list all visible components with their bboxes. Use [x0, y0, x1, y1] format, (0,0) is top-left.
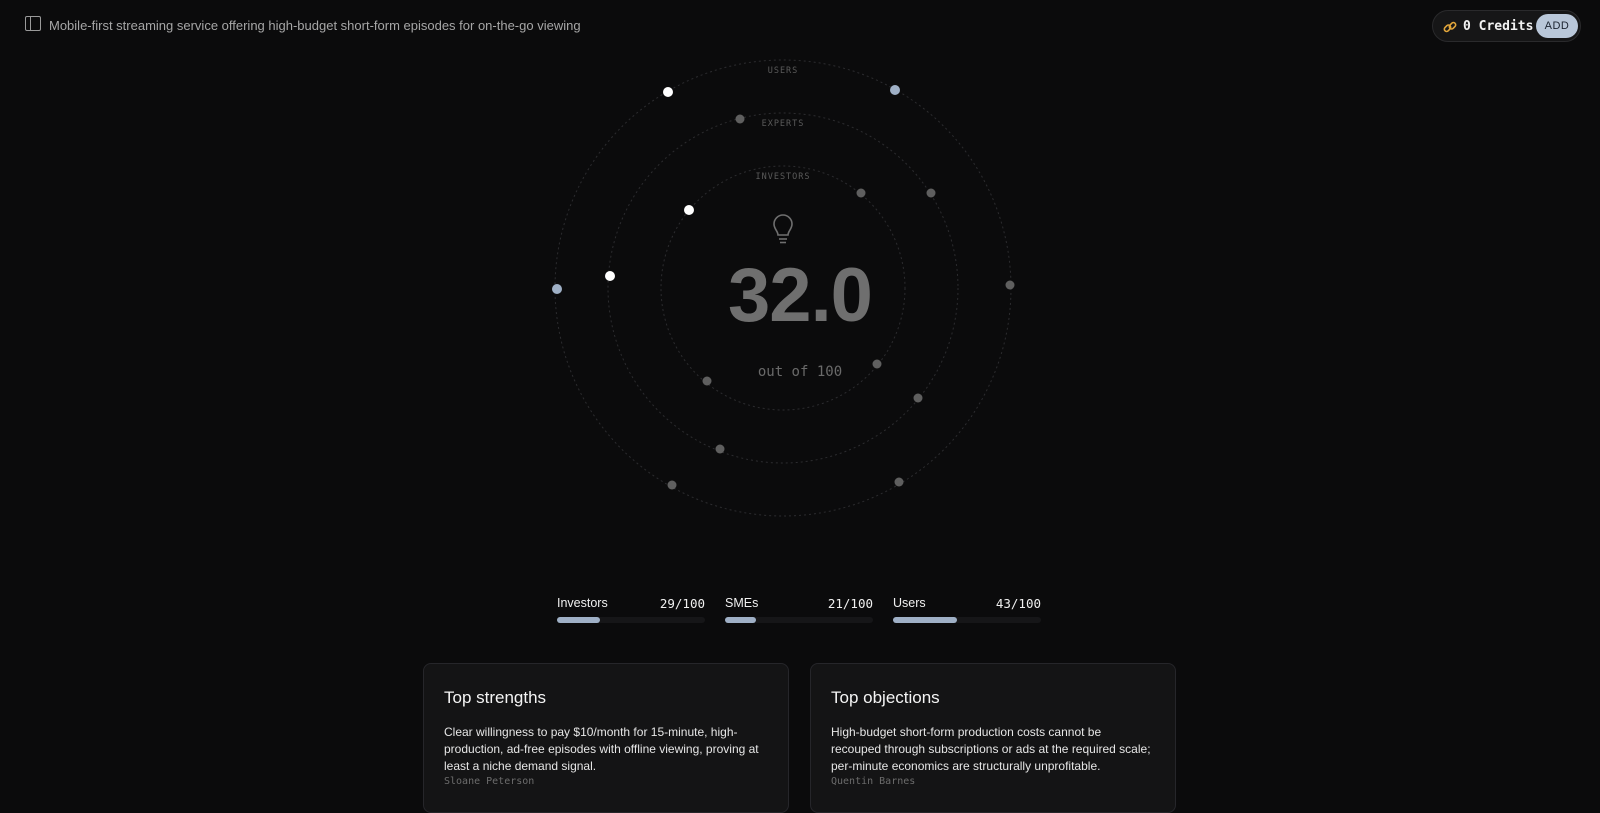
radar-dot: [894, 477, 904, 487]
radar-dot: [605, 271, 615, 281]
radar-dot: [663, 87, 673, 97]
bar-track: [893, 617, 1041, 623]
strengths-title: Top strengths: [444, 688, 547, 707]
radar-dot: [856, 188, 866, 198]
strengths-body: Clear willingness to pay $10/month for 1…: [444, 725, 759, 773]
objections-title: Top objections: [831, 688, 940, 707]
radar-dot: [684, 205, 694, 215]
score-breakdown: Investors 29/100 SMEs 21/100 Users 43/10…: [557, 596, 1047, 626]
bar-label: Users: [893, 596, 926, 610]
bar-fill: [893, 617, 957, 623]
radar-dot: [913, 393, 923, 403]
radar-dot: [890, 85, 900, 95]
strengths-author: Sloane Peterson: [444, 776, 535, 787]
radar-dot: [715, 444, 725, 454]
bar-label: SMEs: [725, 596, 759, 610]
bar-score: 29/100: [659, 596, 705, 611]
investors-ring-label: INVESTORS: [755, 172, 811, 182]
strengths-card: Top strengths Clear willingness to pay $…: [423, 663, 789, 813]
bar-fill: [725, 617, 757, 623]
radar-dot: [667, 480, 677, 490]
radar-dot: [926, 188, 936, 198]
bar-label: Investors: [557, 596, 608, 610]
score-scale: out of 100: [757, 364, 843, 380]
radar-dot: [552, 284, 562, 294]
objections-body: High-budget short-form production costs …: [831, 725, 1151, 773]
lightbulb-icon: [773, 214, 793, 244]
experts-ring-label: EXPERTS: [761, 119, 805, 129]
objections-author: Quentin Barnes: [831, 776, 916, 787]
bar-track: [557, 617, 705, 623]
overall-score: 32.0: [728, 253, 873, 338]
bar-score: 21/100: [827, 596, 873, 611]
bar-score: 43/100: [995, 596, 1041, 611]
users-ring-label: USERS: [767, 66, 799, 76]
bar-track: [725, 617, 873, 623]
radar-dot: [1005, 280, 1015, 290]
score-radar: USERS EXPERTS INVESTORS 32.0 out of 100: [0, 0, 1600, 560]
bar-fill: [557, 617, 600, 623]
objections-card: Top objections High-budget short-form pr…: [810, 663, 1176, 813]
